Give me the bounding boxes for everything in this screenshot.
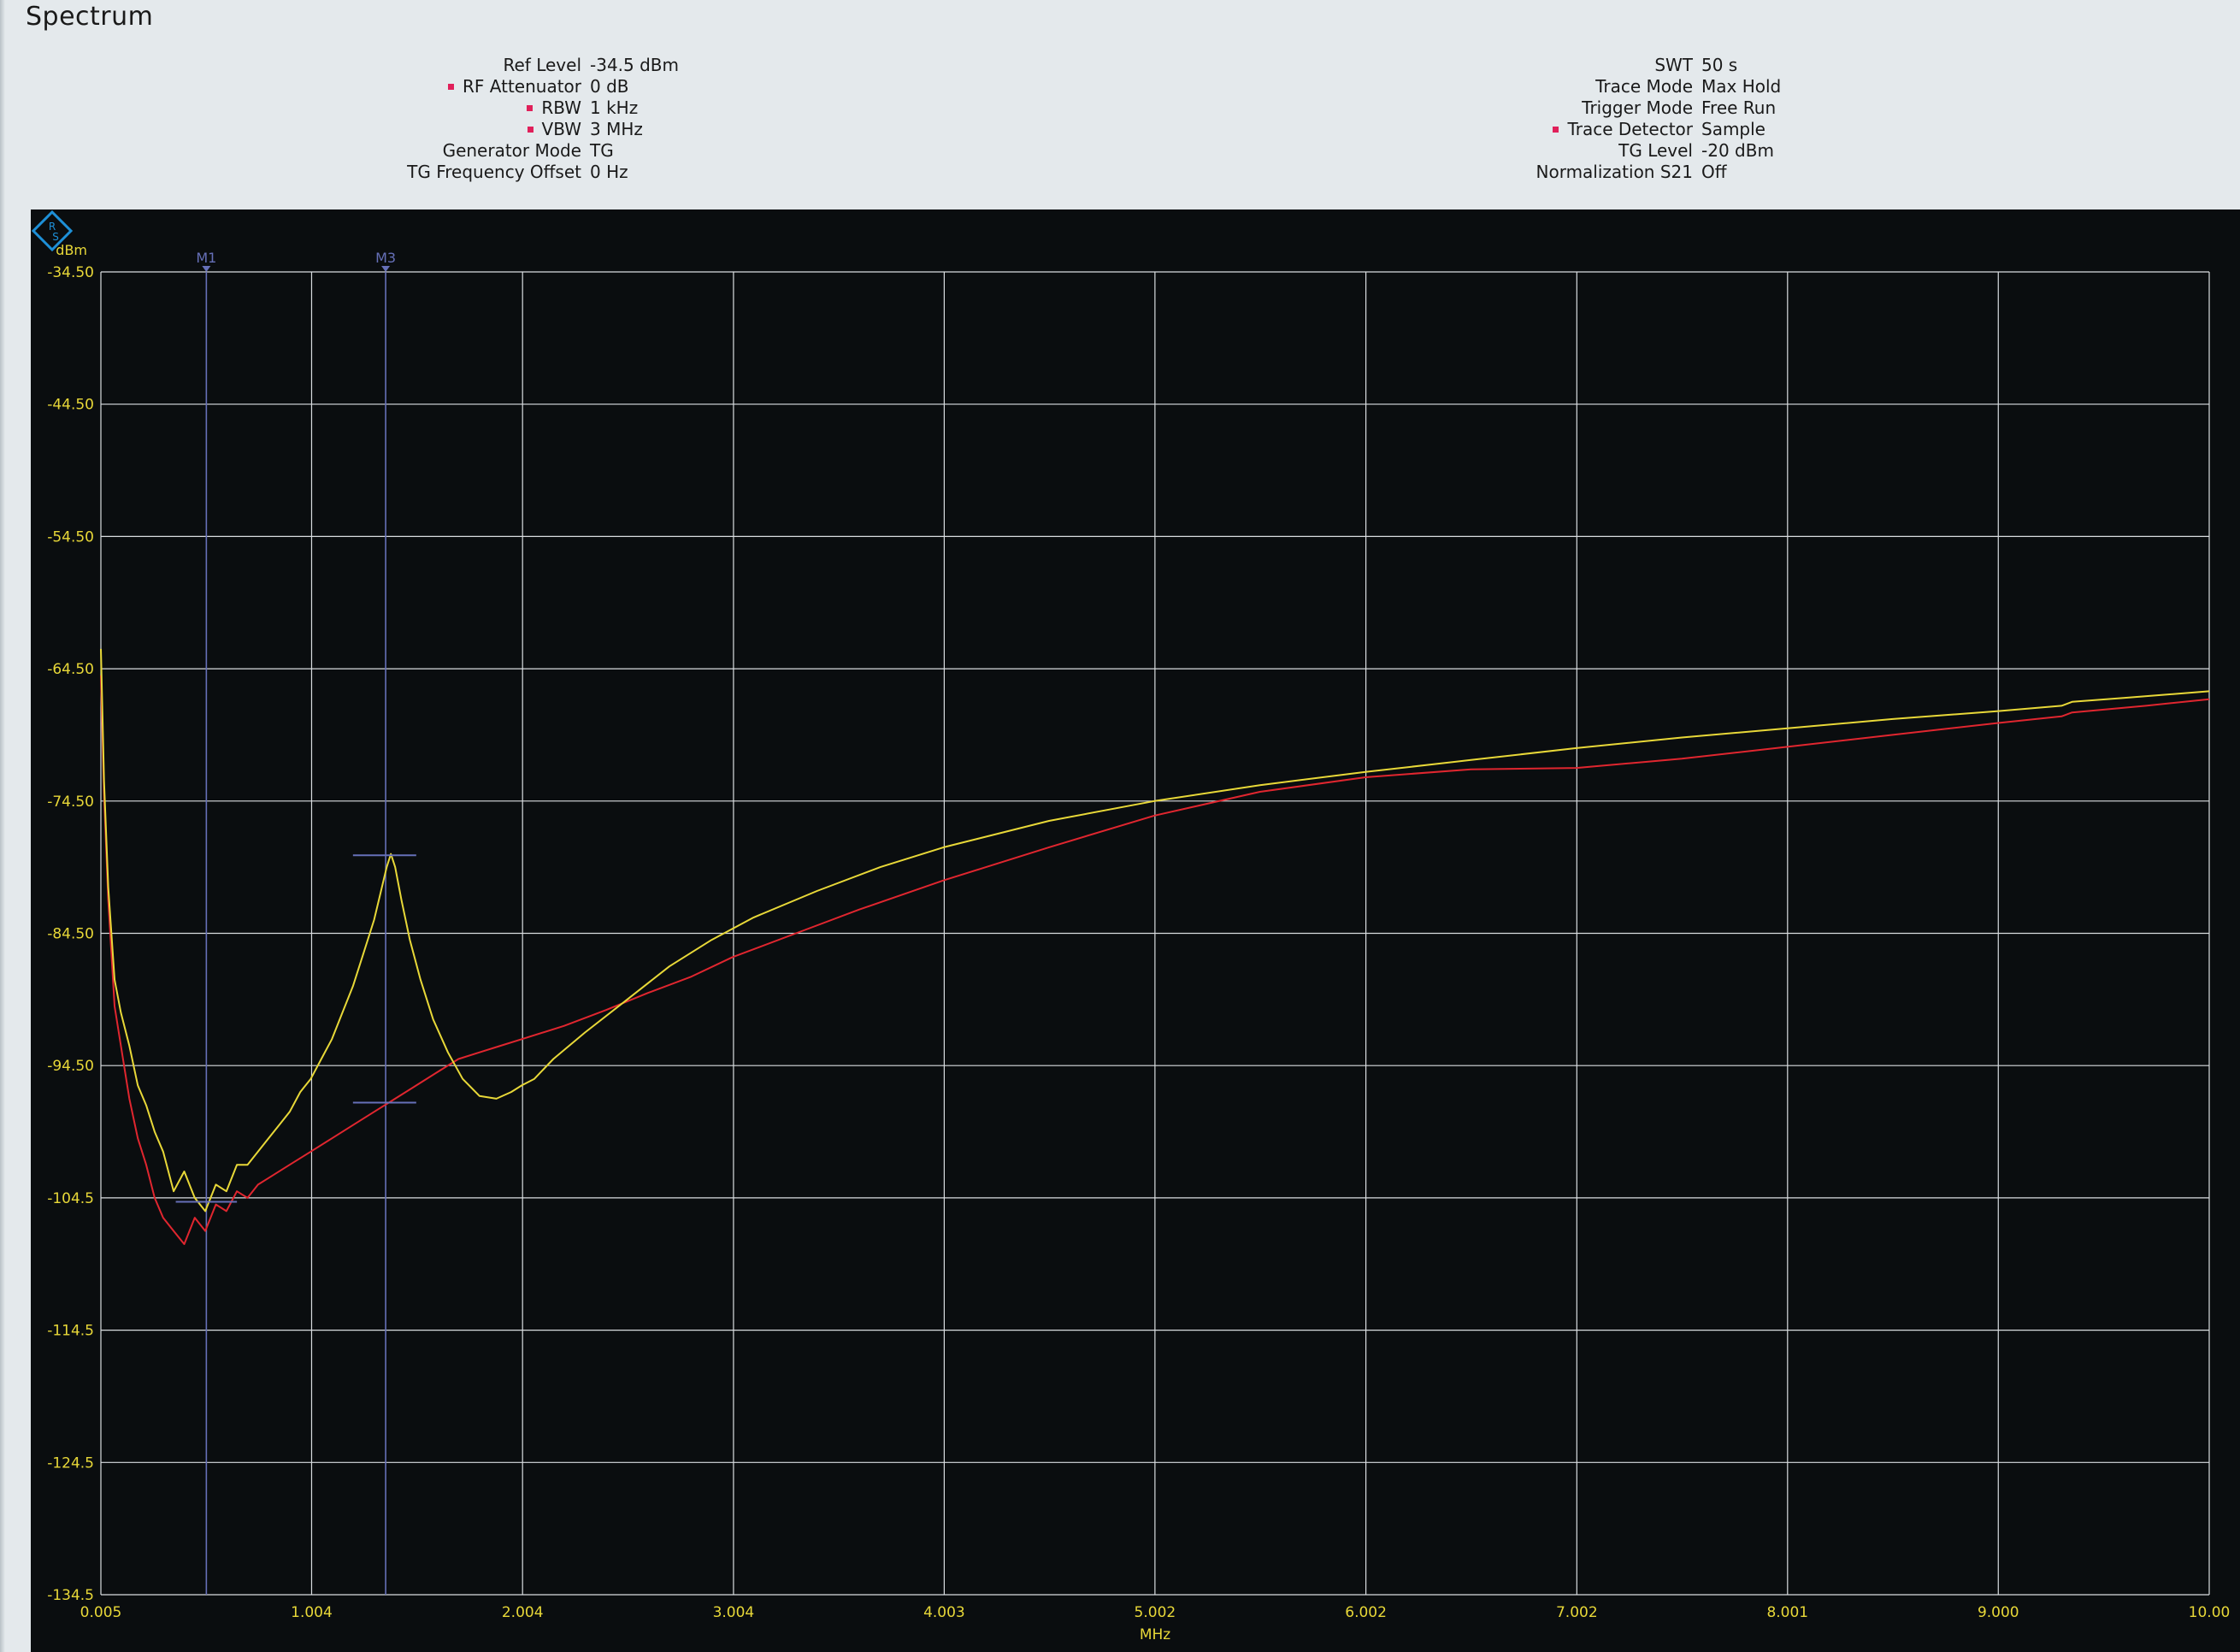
setting-value: -34.5 dBm [590,55,680,75]
setting-label: Trace Detector [1567,119,1693,139]
setting-label: SWT [1654,55,1693,75]
x-tick-label: 5.002 [1135,1604,1176,1621]
setting-row: VBW 3 MHz [393,119,992,140]
setting-label: RF Attenuator [463,76,581,97]
y-tick-label: -44.50 [47,397,94,414]
setting-row: RBW 1 kHz [393,97,992,119]
setting-value: Sample [1701,119,1765,139]
setting-value: 50 s [1701,55,1738,75]
setting-row: Normalization S21 Off [1505,162,2103,183]
y-tick-label: -124.5 [47,1454,94,1472]
setting-modified-indicator [1553,127,1559,133]
x-tick-label: 3.004 [713,1604,755,1621]
setting-label: Trace Mode [1595,76,1693,97]
x-tick-label: 8.001 [1766,1604,1808,1621]
setting-label: Generator Mode [442,140,581,161]
window-edge [0,0,5,1652]
setting-label: RBW [541,97,581,118]
marker-triangle-icon [202,266,211,272]
y-tick-label: -134.5 [47,1587,94,1604]
setting-modified-indicator [527,105,533,111]
y-tick-label: -114.5 [47,1323,94,1340]
y-tick-label: -64.50 [47,661,94,678]
setting-value: -20 dBm [1701,140,1774,161]
x-axis-unit: MHz [1140,1626,1170,1643]
y-tick-label: -94.50 [47,1058,94,1075]
marker-triangle-icon [381,266,391,272]
setting-row: Ref Level -34.5 dBm [393,55,992,76]
x-tick-label: 4.003 [923,1604,965,1621]
setting-value: 0 dB [590,76,629,97]
window-title: Spectrum [26,2,154,32]
marker-label: M1 [196,250,216,266]
setting-value: Max Hold [1701,76,1782,97]
setting-modified-indicator [527,127,533,133]
setting-row: RF Attenuator 0 dB [393,76,992,97]
spectrum-chart: 0.005 1.004 2.004 3.004 4.003 5.002 6.002 7.002… [47,242,2231,1643]
setting-row: Trace Detector Sample [1505,119,2103,140]
x-tick-label: 9.000 [1978,1604,2019,1621]
setting-value: TG [590,140,614,161]
x-tick-label: 10.00 [2189,1604,2231,1621]
setting-row: Trace Mode Max Hold [1505,76,2103,97]
setting-label: TG Level [1618,140,1693,161]
setting-modified-indicator [448,84,455,90]
x-tick-label: 7.002 [1556,1604,1598,1621]
svg-text:S: S [52,231,59,243]
x-tick-label: 2.004 [502,1604,544,1621]
setting-value: 1 kHz [590,97,639,118]
settings-left: Ref Level -34.5 dBm RF Attenuator 0 dB RBW 1 … [393,55,992,183]
setting-value: 0 Hz [590,162,628,182]
x-tick-label: 6.002 [1345,1604,1387,1621]
rohde-schwarz-logo-icon: R S [31,209,74,252]
y-tick-label: -104.5 [47,1190,94,1207]
setting-value: 3 MHz [590,119,643,139]
setting-label: Normalization S21 [1536,162,1694,182]
y-tick-label: -54.50 [47,528,94,546]
spectrum-panel: 0.005 1.004 2.004 3.004 4.003 5.002 6.002 7.002… [31,209,2240,1652]
setting-label: TG Frequency Offset [407,162,581,182]
setting-row: TG Level -20 dBm [1505,140,2103,162]
settings-right: SWT 50 s Trace Mode Max Hold Trigger Mode Fre… [1505,55,2103,183]
x-tick-label: 1.004 [291,1604,333,1621]
y-tick-label: -74.50 [47,794,94,811]
setting-label: VBW [541,119,581,139]
y-tick-label: -34.50 [47,264,94,281]
y-tick-label: -84.50 [47,926,94,943]
setting-row: Trigger Mode Free Run [1505,97,2103,119]
setting-label: Trigger Mode [1582,97,1693,118]
marker-label: M3 [375,250,396,266]
setting-value: Off [1701,162,1727,182]
setting-row: TG Frequency Offset 0 Hz [393,162,992,183]
setting-row: SWT 50 s [1505,55,2103,76]
x-tick-label: 0.005 [80,1604,122,1621]
setting-value: Free Run [1701,97,1777,118]
setting-row: Generator Mode TG [393,140,992,162]
setting-label: Ref Level [503,55,582,75]
